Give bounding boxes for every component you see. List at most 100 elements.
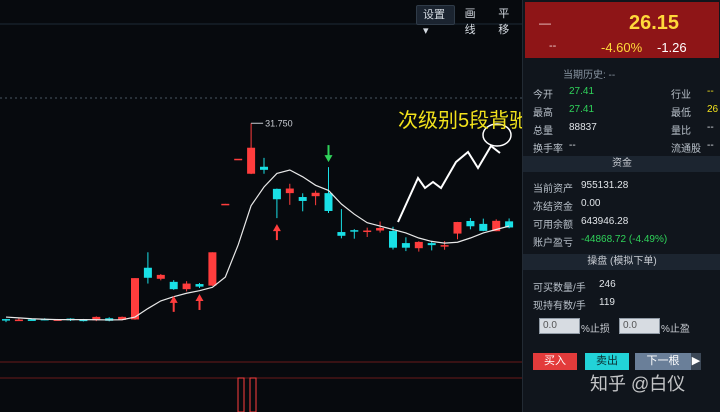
buy-button[interactable]: 买入 — [533, 353, 577, 370]
candle-body — [169, 281, 178, 290]
funds-row: 冻结资金 0.00 — [533, 198, 600, 213]
trade-label: 可买数量/手 — [533, 283, 586, 294]
kline-chart: 31.750 — [0, 23, 522, 412]
candle-body — [337, 232, 346, 236]
candle-body — [401, 243, 410, 248]
trade-row: 可买数量/手 246 — [533, 279, 616, 294]
candle-body — [143, 267, 152, 278]
candle-body — [221, 203, 230, 206]
candle-body — [208, 252, 217, 286]
candle-body — [2, 319, 10, 321]
funds-label: 冻结资金 — [533, 202, 573, 213]
stat-label: 量比 — [671, 126, 691, 137]
stat-label: 今开 — [533, 90, 553, 101]
funds-value: 643946.28 — [581, 216, 629, 227]
funds-row: 账户盈亏 -44868.72 (-4.49%) — [533, 234, 667, 249]
stat-value: 27.41 — [569, 104, 595, 115]
take-profit-input[interactable]: 0.0 — [619, 318, 660, 334]
stat-value: -- — [569, 140, 576, 151]
stat-value: 88837 — [569, 122, 597, 133]
candle-body — [131, 278, 139, 320]
stat-label: 流通股 — [671, 144, 701, 155]
candle-body — [234, 158, 243, 161]
candle-body — [247, 147, 256, 174]
candle-body — [182, 283, 191, 290]
candle-body — [324, 193, 333, 211]
change-amount: -1.26 — [657, 40, 687, 55]
stat-label: 最高 — [533, 108, 553, 119]
candle-body — [479, 223, 488, 231]
watermark: 知乎 @白仪 — [590, 374, 686, 394]
funds-value: -44868.72 (-4.49%) — [581, 234, 668, 245]
candle-body — [414, 241, 423, 249]
funds-value: 955131.28 — [581, 180, 629, 191]
funds-label: 当前资产 — [533, 184, 573, 195]
up-arrow-head-icon — [195, 293, 204, 301]
sell-button[interactable]: 卖出 — [585, 353, 629, 370]
candle-body — [272, 188, 281, 200]
funds-row: 可用余额 643946.28 — [533, 216, 628, 231]
candle-body — [440, 245, 449, 247]
stat-value: -- — [707, 86, 714, 97]
candle-body — [27, 319, 36, 321]
stat-label: 最低 — [671, 108, 691, 119]
up-arrow-head-icon — [169, 295, 178, 303]
next-bar-button[interactable]: 下一根 — [635, 353, 691, 370]
history-label: 当期历史: -- — [563, 70, 616, 81]
pan-button[interactable]: 平移 — [492, 5, 522, 36]
stop-loss-input[interactable]: 0.0 — [539, 318, 580, 334]
take-profit-label: %止盈 — [661, 324, 690, 335]
candle-body — [363, 230, 372, 233]
trade-header: 操盘 (模拟下单) — [523, 254, 720, 270]
candle-body — [427, 243, 436, 246]
candle-body — [260, 166, 268, 170]
funds-label: 账户盈亏 — [533, 238, 573, 249]
trade-value: 119 — [599, 297, 615, 308]
draw-line-button[interactable]: 画线 — [459, 5, 489, 36]
side-panel: — 26.15 -- -4.60% -1.26 当期历史: -- 今开 27.41… — [522, 0, 720, 412]
kline-chart-area[interactable]: 31.750 设置 ▾ 画线 平移 次级别5段背驰 — [0, 0, 529, 412]
trade-label: 现持有数/手 — [533, 301, 586, 312]
candle-body — [14, 319, 23, 322]
candle-body — [350, 230, 359, 232]
quote-box: — 26.15 -- -4.60% -1.26 — [525, 2, 719, 58]
funds-value: 0.00 — [581, 198, 601, 209]
candle-body — [466, 221, 475, 227]
funds-row: 当前资产 955131.28 — [533, 180, 628, 195]
candle-body — [453, 222, 462, 234]
stat-value: -- — [707, 140, 714, 151]
high-price-label: 31.750 — [265, 118, 293, 128]
change-percent: -4.60% — [601, 40, 643, 55]
candle-body — [156, 274, 165, 279]
funds-label: 可用余额 — [533, 220, 573, 231]
stat-label: 换手率 — [533, 144, 563, 155]
stat-value: 26 — [707, 104, 719, 115]
current-price: 26.15 — [629, 12, 680, 34]
down-arrow-head-icon — [324, 155, 333, 163]
trade-row: 现持有数/手 119 — [533, 297, 615, 312]
wave-pattern-line — [397, 144, 501, 223]
candle-body — [311, 192, 320, 197]
stat-label: 行业 — [671, 90, 691, 101]
stop-loss-label: %止损 — [581, 324, 610, 335]
candle-body — [195, 284, 204, 287]
candle-body — [376, 227, 385, 231]
volume-bar — [249, 377, 257, 412]
candle-body — [285, 188, 294, 194]
chart-toolbar: 设置 ▾ 画线 平移 — [416, 5, 522, 37]
up-arrow-head-icon — [272, 224, 281, 232]
candle-body — [389, 231, 397, 248]
stock-name: — — [539, 16, 551, 30]
volume-bar — [237, 377, 245, 412]
next-arrow-icon[interactable]: ▶ — [691, 353, 701, 370]
settings-label: 设置 — [423, 9, 445, 21]
settings-button[interactable]: 设置 ▾ — [416, 5, 455, 37]
funds-header: 资金 — [523, 156, 720, 172]
stat-value: -- — [707, 122, 714, 133]
quote-sub: -- — [549, 40, 557, 52]
trade-value: 246 — [599, 279, 616, 290]
stat-label: 总量 — [533, 126, 553, 137]
candle-body — [298, 197, 307, 201]
chart-annotation: 次级别5段背驰 — [398, 110, 530, 132]
stat-value: 27.41 — [569, 86, 595, 97]
